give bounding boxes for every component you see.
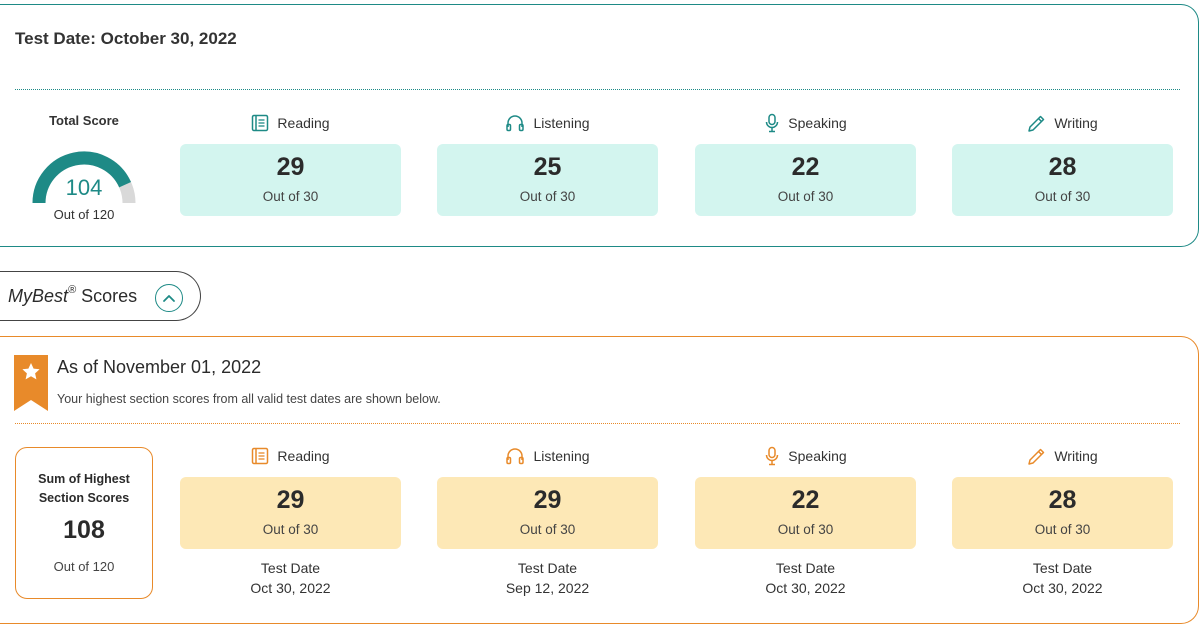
section-score: 22: [791, 486, 820, 514]
divider: [15, 89, 1180, 90]
mybest-scores-toggle[interactable]: MyBest® Scores: [0, 271, 201, 321]
test-date-title: Test Date: October 30, 2022: [15, 29, 237, 48]
test-date-label: Test Date: [517, 560, 578, 576]
test-date-value: Oct 30, 2022: [250, 580, 331, 596]
section-label: Speaking: [788, 115, 847, 131]
score-box: 29 Out of 30: [437, 477, 658, 549]
section-out-of: Out of 30: [262, 522, 319, 537]
sum-out-of: Out of 120: [53, 559, 115, 574]
section-out-of: Out of 30: [777, 522, 834, 537]
section-label: Reading: [277, 448, 330, 464]
book-icon: [252, 447, 269, 465]
section-listening: Listening 25 Out of 30: [437, 112, 658, 216]
section-label: Reading: [277, 115, 330, 131]
best-section-reading: Reading 29 Out of 30 Test Date Oct 30, 2…: [180, 445, 401, 596]
sum-value: 108: [63, 516, 105, 544]
score-box: 29 Out of 30: [180, 144, 401, 216]
chevron-up-icon: [163, 295, 175, 302]
best-scores-description: Your highest section scores from all val…: [57, 392, 441, 406]
mybest-label: Scores: [81, 285, 138, 306]
test-date-label: Test Date: [1032, 560, 1093, 576]
section-reading: Reading 29 Out of 30: [180, 112, 401, 216]
mybest-brand: MyBest®: [8, 283, 77, 306]
section-speaking: Speaking 22 Out of 30: [695, 112, 916, 216]
section-out-of: Out of 30: [262, 189, 319, 204]
score-box: 28 Out of 30: [952, 477, 1173, 549]
section-label: Writing: [1054, 115, 1098, 131]
score-box: 22 Out of 30: [695, 144, 916, 216]
section-out-of: Out of 30: [777, 189, 834, 204]
sum-label: Sum of Highest Section Scores: [38, 472, 130, 505]
section-out-of: Out of 30: [519, 522, 576, 537]
section-score: 25: [533, 153, 562, 181]
section-out-of: Out of 30: [1034, 189, 1091, 204]
headphones-icon: [506, 448, 525, 465]
pencil-icon: [1028, 115, 1045, 132]
section-label: Listening: [533, 448, 590, 464]
section-score: 28: [1048, 486, 1077, 514]
star-ribbon-icon: [14, 355, 48, 411]
test-score-card: Test Date: October 30, 2022 Total Score …: [0, 4, 1199, 247]
section-score: 29: [533, 486, 562, 514]
section-label: Speaking: [788, 448, 847, 464]
total-score: Total Score 104 Out of 120: [20, 113, 148, 222]
microphone-icon: [766, 446, 779, 466]
score-box: 25 Out of 30: [437, 144, 658, 216]
test-date-label: Test Date: [260, 560, 321, 576]
score-box: 28 Out of 30: [952, 144, 1173, 216]
section-score: 29: [276, 486, 305, 514]
book-icon: [252, 114, 269, 132]
mybest-score-card: As of November 01, 2022 Your highest sec…: [0, 336, 1199, 624]
total-score-label: Total Score: [49, 113, 119, 128]
total-score-out-of: Out of 120: [53, 207, 115, 222]
score-box: 29 Out of 30: [180, 477, 401, 549]
test-date-value: Oct 30, 2022: [765, 580, 846, 596]
section-score: 28: [1048, 153, 1077, 181]
test-date-value: Oct 30, 2022: [1022, 580, 1103, 596]
best-section-writing: Writing 28 Out of 30 Test Date Oct 30, 2…: [952, 445, 1173, 596]
headphones-icon: [506, 115, 525, 132]
section-score: 22: [791, 153, 820, 181]
section-label: Listening: [533, 115, 590, 131]
best-section-speaking: Speaking 22 Out of 30 Test Date Oct 30, …: [695, 445, 916, 596]
microphone-icon: [766, 113, 779, 133]
section-writing: Writing 28 Out of 30: [952, 112, 1173, 216]
section-out-of: Out of 30: [519, 189, 576, 204]
section-out-of: Out of 30: [1034, 522, 1091, 537]
section-label: Writing: [1054, 448, 1098, 464]
best-section-listening: Listening 29 Out of 30 Test Date Sep 12,…: [437, 445, 658, 596]
test-date-value: Sep 12, 2022: [505, 580, 590, 596]
section-score: 29: [276, 153, 305, 181]
as-of-date-title: As of November 01, 2022: [57, 357, 262, 377]
test-date-label: Test Date: [775, 560, 836, 576]
sum-highest-scores: Sum of Highest Section Scores 108 Out of…: [15, 447, 153, 599]
score-box: 22 Out of 30: [695, 477, 916, 549]
collapse-button[interactable]: [155, 284, 183, 312]
pencil-icon: [1028, 448, 1045, 465]
divider: [15, 423, 1180, 424]
total-score-value: 104: [65, 175, 103, 200]
